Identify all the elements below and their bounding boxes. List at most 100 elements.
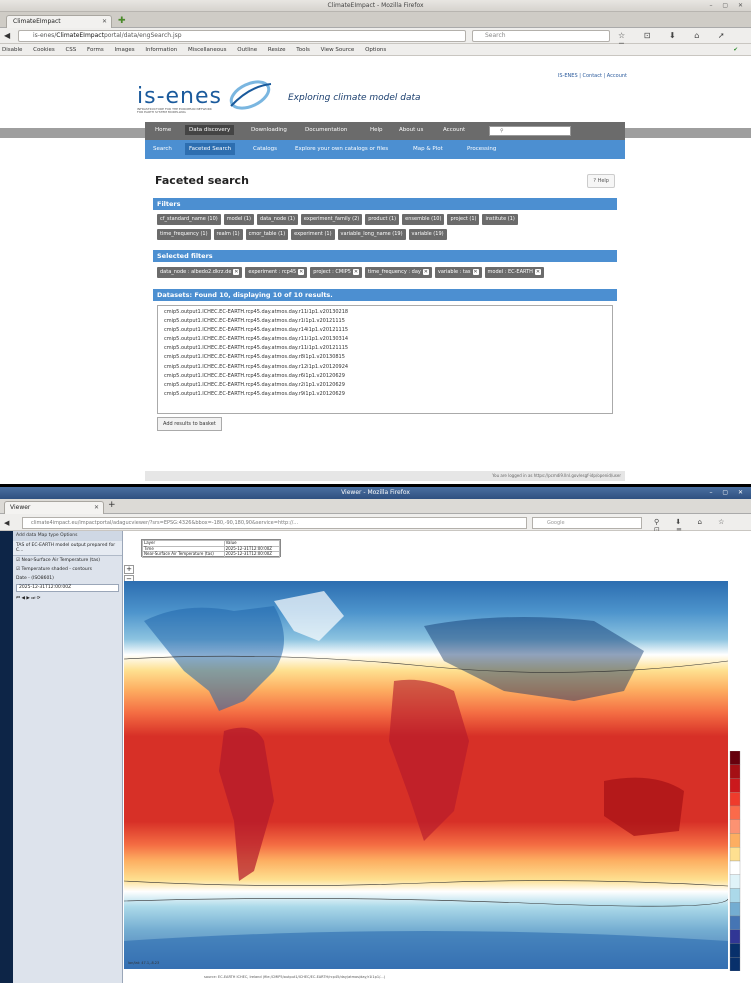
devbar-item[interactable]: Options [365,47,386,53]
add-to-basket-button[interactable]: Add results to basket [157,417,222,431]
legend-swatch [729,778,741,793]
new-tab-icon[interactable]: + [108,500,116,510]
search-input[interactable]: Search [472,30,610,42]
dataset-row[interactable]: cmip5.output1.ICHEC.EC-EARTH.rcp45.day.a… [164,381,606,390]
login-status-footer: You are logged in as https://pcmdi9.llnl… [145,471,625,481]
devbar-item[interactable]: Outline [237,47,257,53]
time-input[interactable]: 2025-12-31T12:00:00Z [16,584,119,592]
remove-filter-icon[interactable]: ✕ [472,269,479,275]
nav-account[interactable]: Account [443,127,465,133]
remove-filter-icon[interactable]: ✕ [298,269,305,275]
dataset-row[interactable]: cmip5.output1.ICHEC.EC-EARTH.rcp45.day.a… [164,390,606,399]
dataset-row[interactable]: cmip5.output1.ICHEC.EC-EARTH.rcp45.day.a… [164,335,606,344]
devbar-item[interactable]: Disable [2,47,22,53]
remove-filter-icon[interactable]: ✕ [534,269,541,275]
subnav-explore-catalogs[interactable]: Explore your own catalogs or files [295,146,388,152]
selected-filter-chip[interactable]: model : EC-EARTH ✕ [484,267,544,278]
browser-tab[interactable]: ClimateEImpact ✕ [6,15,112,28]
filter-chip[interactable]: realm (1) [213,229,243,240]
selected-filter-label: variable : tas [437,269,471,275]
logo-tagline: INFRASTRUCTURE FOR THE EUROPEAN NETWORK … [137,107,212,114]
devbar-item[interactable]: Tools [296,47,310,53]
filter-chip[interactable]: time_frequency (1) [157,229,211,240]
devbar-item[interactable]: CSS [65,47,76,53]
nav-data-discovery[interactable]: Data discovery [185,125,235,135]
dataset-row[interactable]: cmip5.output1.ICHEC.EC-EARTH.rcp45.day.a… [164,353,606,362]
page-title: Faceted search [155,174,249,187]
selected-filter-chip[interactable]: time_frequency : day ✕ [364,267,432,278]
site-logo[interactable]: is-enes [137,84,222,109]
subnav-catalogs[interactable]: Catalogs [253,146,277,152]
back-icon[interactable]: ◀ [4,31,10,41]
window-title: ClimateEImpact - Mozilla Firefox [327,2,424,9]
devbar-item[interactable]: Resize [268,47,286,53]
filter-chip[interactable]: experiment (1) [291,229,335,240]
subnav-processing[interactable]: Processing [467,146,496,152]
dataset-row[interactable]: cmip5.output1.ICHEC.EC-EARTH.rcp45.day.a… [164,317,606,326]
devbar-item[interactable]: Images [115,47,135,53]
top-links[interactable]: IS-ENES | Contact | Account [558,73,627,79]
layer-item[interactable]: ☑ Near-Surface Air Temperature (tas) [13,556,122,565]
filter-chip[interactable]: institute (1) [482,214,518,225]
window-controls[interactable]: – ▢ ✕ [709,487,747,499]
content-panel: Home Data discovery Downloading Document… [145,122,625,468]
devbar-item[interactable]: Information [145,47,177,53]
nav-home[interactable]: Home [155,127,171,133]
selected-filter-chip[interactable]: experiment : rcp45 ✕ [245,267,308,278]
browser-tab[interactable]: Viewer ✕ [4,501,104,514]
nav-about-us[interactable]: About us [399,127,423,133]
selected-filter-chip[interactable]: variable : tas ✕ [434,267,482,278]
remove-filter-icon[interactable]: ✕ [233,269,240,275]
legend-swatch [729,792,741,807]
tab-bar: Viewer ✕ + [0,499,751,514]
dataset-row[interactable]: cmip5.output1.ICHEC.EC-EARTH.rcp45.day.a… [164,372,606,381]
site-search-input[interactable]: ⚲ [489,126,571,136]
navigation-bar: ◀ climate4impact.eu/impactportal/adagucv… [0,514,751,534]
devbar-item[interactable]: View Source [321,47,355,53]
legend-swatch [729,929,741,944]
filter-chip[interactable]: cmor_table (1) [245,229,289,240]
filter-chip[interactable]: project (1) [447,214,480,225]
help-button[interactable]: ? Help [587,174,615,188]
filter-chip[interactable]: model (1) [223,214,254,225]
search-input[interactable]: Google [532,517,642,529]
new-tab-icon[interactable]: ✚ [118,15,126,27]
url-bar[interactable]: climate4impact.eu/impactportal/adagucvie… [22,517,527,529]
selected-filter-chip[interactable]: data_node : albedo2.dkrz.de ✕ [157,267,243,278]
layer-item[interactable]: ☑ Temperature shaded - contours [13,565,122,574]
side-toolbar[interactable]: Add data Map type Options [13,531,122,541]
filter-chip[interactable]: experiment_family (2) [300,214,363,225]
url-bar[interactable]: is-enes/ClimateEImpactportal/data/engSea… [18,30,466,42]
dataset-row[interactable]: cmip5.output1.ICHEC.EC-EARTH.rcp45.day.a… [164,363,606,372]
nav-help[interactable]: Help [370,127,383,133]
devbar-item[interactable]: Miscellaneous [188,47,227,53]
subnav-faceted-search[interactable]: Faceted Search [185,143,236,155]
playback-controls[interactable]: ⏮ ◀ ▶ ⏭ ⟳ [13,593,122,603]
filter-chip[interactable]: variable_long_name (19) [337,229,406,240]
devbar-item[interactable]: Cookies [33,47,55,53]
temperature-map[interactable] [124,581,728,969]
dataset-row[interactable]: cmip5.output1.ICHEC.EC-EARTH.rcp45.day.a… [164,326,606,335]
remove-filter-icon[interactable]: ✕ [422,269,429,275]
devbar-item[interactable]: Forms [87,47,104,53]
remove-filter-icon[interactable]: ✕ [352,269,359,275]
filter-chip[interactable]: cf_standard_name (10) [157,214,221,225]
back-icon[interactable]: ◀ [4,518,9,528]
subnav-search[interactable]: Search [153,146,172,152]
filter-chip[interactable]: ensemble (10) [402,214,445,225]
close-tab-icon[interactable]: ✕ [94,502,99,514]
window-controls[interactable]: – ▢ ✕ [709,0,747,12]
filter-chip[interactable]: product (1) [365,214,400,225]
close-tab-icon[interactable]: ✕ [102,16,107,28]
filter-chip[interactable]: variable (19) [408,229,447,240]
zoom-in-icon[interactable]: + [124,565,134,574]
selected-filter-chip[interactable]: project : CMIP5 ✕ [310,267,362,278]
subnav-map-plot[interactable]: Map & Plot [413,146,443,152]
dataset-row[interactable]: cmip5.output1.ICHEC.EC-EARTH.rcp45.day.a… [164,308,606,317]
nav-documentation[interactable]: Documentation [305,127,347,133]
filter-chips-row-1: cf_standard_name (10) model (1) data_node … [157,214,521,225]
filter-chip[interactable]: data_node (1) [256,214,298,225]
nav-downloading[interactable]: Downloading [251,127,287,133]
dataset-row[interactable]: cmip5.output1.ICHEC.EC-EARTH.rcp45.day.a… [164,344,606,353]
url-host: ClimateEImpact [56,32,104,39]
